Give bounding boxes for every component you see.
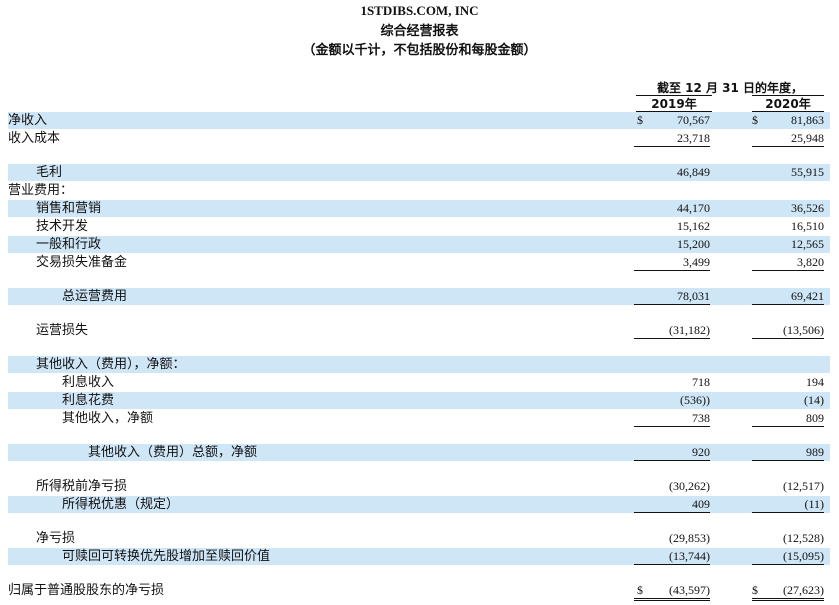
- row-label: 总运营费用: [62, 289, 128, 304]
- value-2020: 12,565: [791, 237, 824, 251]
- row-other-income-net: 其他收入，净额 738 809: [8, 410, 830, 427]
- row-label: 其他收入（费用），净额：: [36, 357, 186, 372]
- row-label: 交易损失准备金: [36, 255, 128, 270]
- report-title: 综合经营报表: [380, 24, 459, 39]
- value-2019: 3,499: [634, 254, 710, 271]
- value-2019: 44,170: [677, 201, 710, 215]
- row-net-loss: 净亏损 (29,853) (12,528): [8, 530, 830, 547]
- row-label: 技术开发: [36, 219, 89, 234]
- value-2020: 989: [752, 444, 824, 461]
- company-name: 1STDIBS.COM, INC: [360, 3, 479, 18]
- value-2020: 55,915: [791, 165, 824, 179]
- value-2020: (11): [752, 496, 824, 513]
- value-2019: 738: [634, 410, 710, 427]
- row-label: 归属于普通股股东的净亏损: [8, 583, 165, 598]
- value-2020: (12,517): [783, 479, 824, 493]
- row-net-loss-common: 归属于普通股股东的净亏损 $ (43,597) $ (27,623): [8, 582, 830, 601]
- row-transaction-loss-reserve: 交易损失准备金 3,499 3,820: [8, 254, 830, 271]
- report-subtitle: （金额以千计，不包括股份和每股金额）: [302, 43, 537, 58]
- row-label: 其他收入，净额: [62, 411, 154, 426]
- value-2020: 25,948: [752, 130, 824, 147]
- row-label: 利息花费: [62, 393, 115, 408]
- value-2019: (29,853): [669, 531, 710, 545]
- column-header-2020: 2020年: [752, 95, 824, 112]
- value-2019: 718: [692, 375, 710, 389]
- row-label: 毛利: [36, 165, 63, 180]
- row-label: 利息收入: [62, 375, 115, 390]
- row-label: 销售和营销: [36, 201, 102, 216]
- value-2020: 36,526: [791, 201, 824, 215]
- value-2019: 23,718: [634, 130, 710, 147]
- period-header: 截至 12 月 31 日的年度，: [656, 81, 804, 95]
- row-label: 收入成本: [8, 131, 61, 146]
- row-label: 净收入: [8, 113, 48, 128]
- row-operating-expenses-header: 营业费用：: [8, 182, 830, 199]
- value-2019: 15,162: [677, 219, 710, 233]
- column-header-2019: 2019年: [636, 95, 712, 112]
- value-2020: (14): [804, 393, 824, 407]
- value-2020: 16,510: [791, 219, 824, 233]
- value-2019: (30,262): [669, 479, 710, 493]
- row-net-revenue: 净收入 $ 70,567 $ 81,863: [8, 112, 830, 129]
- value-2019: 46,849: [677, 165, 710, 179]
- value-2020: 81,863: [791, 113, 824, 127]
- row-gross-profit: 毛利 46,849 55,915: [8, 164, 830, 181]
- value-2020: (15,095): [752, 548, 824, 565]
- row-total-other-income: 其他收入（费用）总额，净额 920 989: [8, 444, 830, 461]
- value-2019: 78,031: [634, 288, 710, 305]
- value-2019: (13,744): [634, 548, 710, 565]
- value-2019: 70,567: [677, 113, 710, 127]
- row-income-tax: 所得税优惠（规定） 409 (11): [8, 496, 830, 513]
- value-2020: (27,623): [752, 582, 824, 601]
- row-other-income-header: 其他收入（费用），净额：: [8, 356, 830, 373]
- value-2019: (43,597): [634, 582, 710, 601]
- row-operating-loss: 运营损失 (31,182) (13,506): [8, 322, 830, 339]
- row-label: 运营损失: [36, 323, 89, 338]
- value-2019: 920: [634, 444, 710, 461]
- value-2019: (536)): [680, 393, 710, 407]
- row-label: 净亏损: [36, 531, 76, 546]
- value-2019: (31,182): [634, 322, 710, 339]
- value-2019: 15,200: [677, 237, 710, 251]
- row-loss-before-tax: 所得税前净亏损 (30,262) (12,517): [8, 478, 830, 495]
- row-label: 所得税前净亏损: [36, 479, 128, 494]
- row-label: 其他收入（费用）总额，净额: [88, 445, 258, 460]
- row-total-operating-expenses: 总运营费用 78,031 69,421: [8, 288, 830, 305]
- row-general-administrative: 一般和行政 15,200 12,565: [8, 236, 830, 253]
- row-sales-marketing: 销售和营销 44,170 36,526: [8, 200, 830, 217]
- row-label: 营业费用：: [8, 183, 74, 198]
- row-label: 一般和行政: [36, 237, 102, 252]
- row-technology-development: 技术开发 15,162 16,510: [8, 218, 830, 235]
- value-2019: 409: [634, 496, 710, 513]
- value-2020: 69,421: [752, 288, 824, 305]
- value-2020: 809: [752, 410, 824, 427]
- row-preferred-accretion: 可赎回可转换优先股增加至赎回价值 (13,744) (15,095): [8, 548, 830, 565]
- row-interest-expense: 利息花费 (536)) (14): [8, 392, 830, 409]
- row-label: 可赎回可转换优先股增加至赎回价值: [62, 549, 271, 564]
- row-label: 所得税优惠（规定）: [62, 497, 180, 512]
- value-2020: (13,506): [752, 322, 824, 339]
- row-interest-income: 利息收入 718 194: [8, 374, 830, 391]
- row-cost-of-revenue: 收入成本 23,718 25,948: [8, 130, 830, 147]
- value-2020: 194: [806, 375, 824, 389]
- value-2020: 3,820: [752, 254, 824, 271]
- value-2020: (12,528): [783, 531, 824, 545]
